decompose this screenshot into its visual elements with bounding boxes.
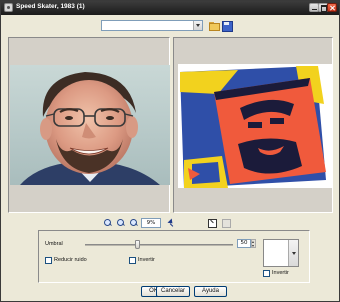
threshold-slider-thumb[interactable]: [134, 240, 140, 249]
compare-icon[interactable]: [207, 218, 217, 228]
pan-icon[interactable]: [166, 218, 176, 228]
effect-preview-panel: [173, 37, 333, 213]
reset-icon[interactable]: [221, 218, 231, 228]
threshold-label: Umbral: [45, 241, 63, 247]
color-swatch-dropdown[interactable]: [263, 239, 299, 267]
swatch-invert-label: Invertir: [272, 270, 289, 276]
dialog-window: Speed Skater, 1983 (1) 9% Umbral 50 Redu…: [0, 0, 340, 302]
zoom-in-icon[interactable]: [103, 218, 113, 228]
reduce-noise-label: Reducir ruido: [54, 257, 87, 263]
swatch-invert-checkbox[interactable]: [263, 270, 270, 277]
invert-label: Invertir: [138, 257, 155, 263]
title-bar[interactable]: Speed Skater, 1983 (1): [1, 1, 339, 15]
zoom-fit-icon[interactable]: [129, 218, 139, 228]
help-button[interactable]: Ayuda: [194, 286, 227, 297]
folder-icon[interactable]: [208, 20, 220, 31]
save-icon[interactable]: [221, 20, 233, 32]
close-button[interactable]: [327, 3, 337, 12]
app-icon: [4, 3, 13, 12]
preset-dropdown[interactable]: [101, 20, 203, 31]
invert-checkbox[interactable]: [129, 257, 136, 264]
original-preview-panel: [8, 37, 170, 213]
chevron-down-icon[interactable]: [193, 21, 202, 30]
effect-preview-image: [178, 64, 332, 188]
original-photo: [10, 65, 170, 185]
zoom-out-icon[interactable]: [116, 218, 126, 228]
cancel-button[interactable]: Cancelar: [156, 286, 190, 297]
threshold-value-field[interactable]: 50: [237, 239, 251, 248]
chevron-down-icon[interactable]: [288, 240, 298, 266]
window-title: Speed Skater, 1983 (1): [16, 3, 85, 10]
threshold-spinner[interactable]: [251, 239, 256, 248]
threshold-slider-track[interactable]: [85, 244, 233, 246]
zoom-level-field[interactable]: 9%: [141, 218, 161, 228]
reduce-noise-checkbox[interactable]: [45, 257, 52, 264]
